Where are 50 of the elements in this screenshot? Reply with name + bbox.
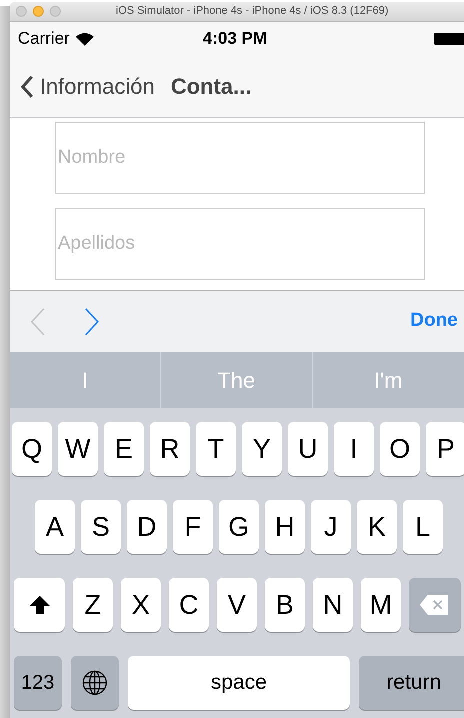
right-chevron-icon [84,308,100,336]
letter-key[interactable]: C [169,578,209,632]
letter-key[interactable]: R [150,422,190,476]
status-time: 4:03 PM [203,28,268,50]
return-key[interactable]: return [359,656,464,710]
back-chevron-icon [20,74,34,98]
shift-arrow-icon [28,595,50,615]
letter-key[interactable]: Q [12,422,52,476]
delete-icon [419,594,449,616]
letter-key[interactable]: W [58,422,98,476]
letter-key[interactable]: V [217,578,257,632]
navigation-title: Conta... [170,73,252,101]
left-chevron-icon [30,308,46,336]
letter-key[interactable]: K [357,500,397,554]
letter-key[interactable]: L [403,500,443,554]
letter-key[interactable]: S [81,500,121,554]
text-field[interactable]: Nombre [55,122,425,194]
letter-key[interactable]: Z [73,578,113,632]
globe-key[interactable] [71,656,119,710]
letter-key[interactable]: U [288,422,328,476]
wifi-icon [76,32,94,46]
battery-icon [434,33,464,45]
letter-key[interactable]: Y [242,422,282,476]
letter-key[interactable]: A [35,500,75,554]
letter-key[interactable]: I [334,422,374,476]
letter-key[interactable]: T [196,422,236,476]
letter-key[interactable]: N [313,578,353,632]
letter-key[interactable]: M [361,578,401,632]
letter-key[interactable]: P [426,422,464,476]
letter-key[interactable]: D [127,500,167,554]
letter-key[interactable]: F [173,500,213,554]
minimize-window-icon[interactable] [33,6,44,17]
text-field[interactable]: Apellidos [55,208,425,280]
letter-key[interactable]: O [380,422,420,476]
globe-icon [82,670,108,696]
letter-key[interactable]: J [311,500,351,554]
shift-key[interactable] [14,578,65,632]
carrier-label: Carrier [18,28,70,50]
close-window-icon[interactable] [16,6,27,17]
letter-key[interactable]: H [265,500,305,554]
zoom-window-icon[interactable] [50,6,61,17]
numbers-key[interactable]: 123 [14,656,62,710]
letter-key[interactable]: E [104,422,144,476]
letter-key[interactable]: G [219,500,259,554]
back-button[interactable]: Información [20,70,155,103]
letter-key[interactable]: X [121,578,161,632]
letter-key[interactable]: B [265,578,305,632]
delete-key[interactable] [409,578,461,632]
space-key[interactable]: space [128,656,350,710]
window-title: iOS Simulator - iPhone 4s - iPhone 4s / iOS 8.3 (12F69) [116,4,389,20]
